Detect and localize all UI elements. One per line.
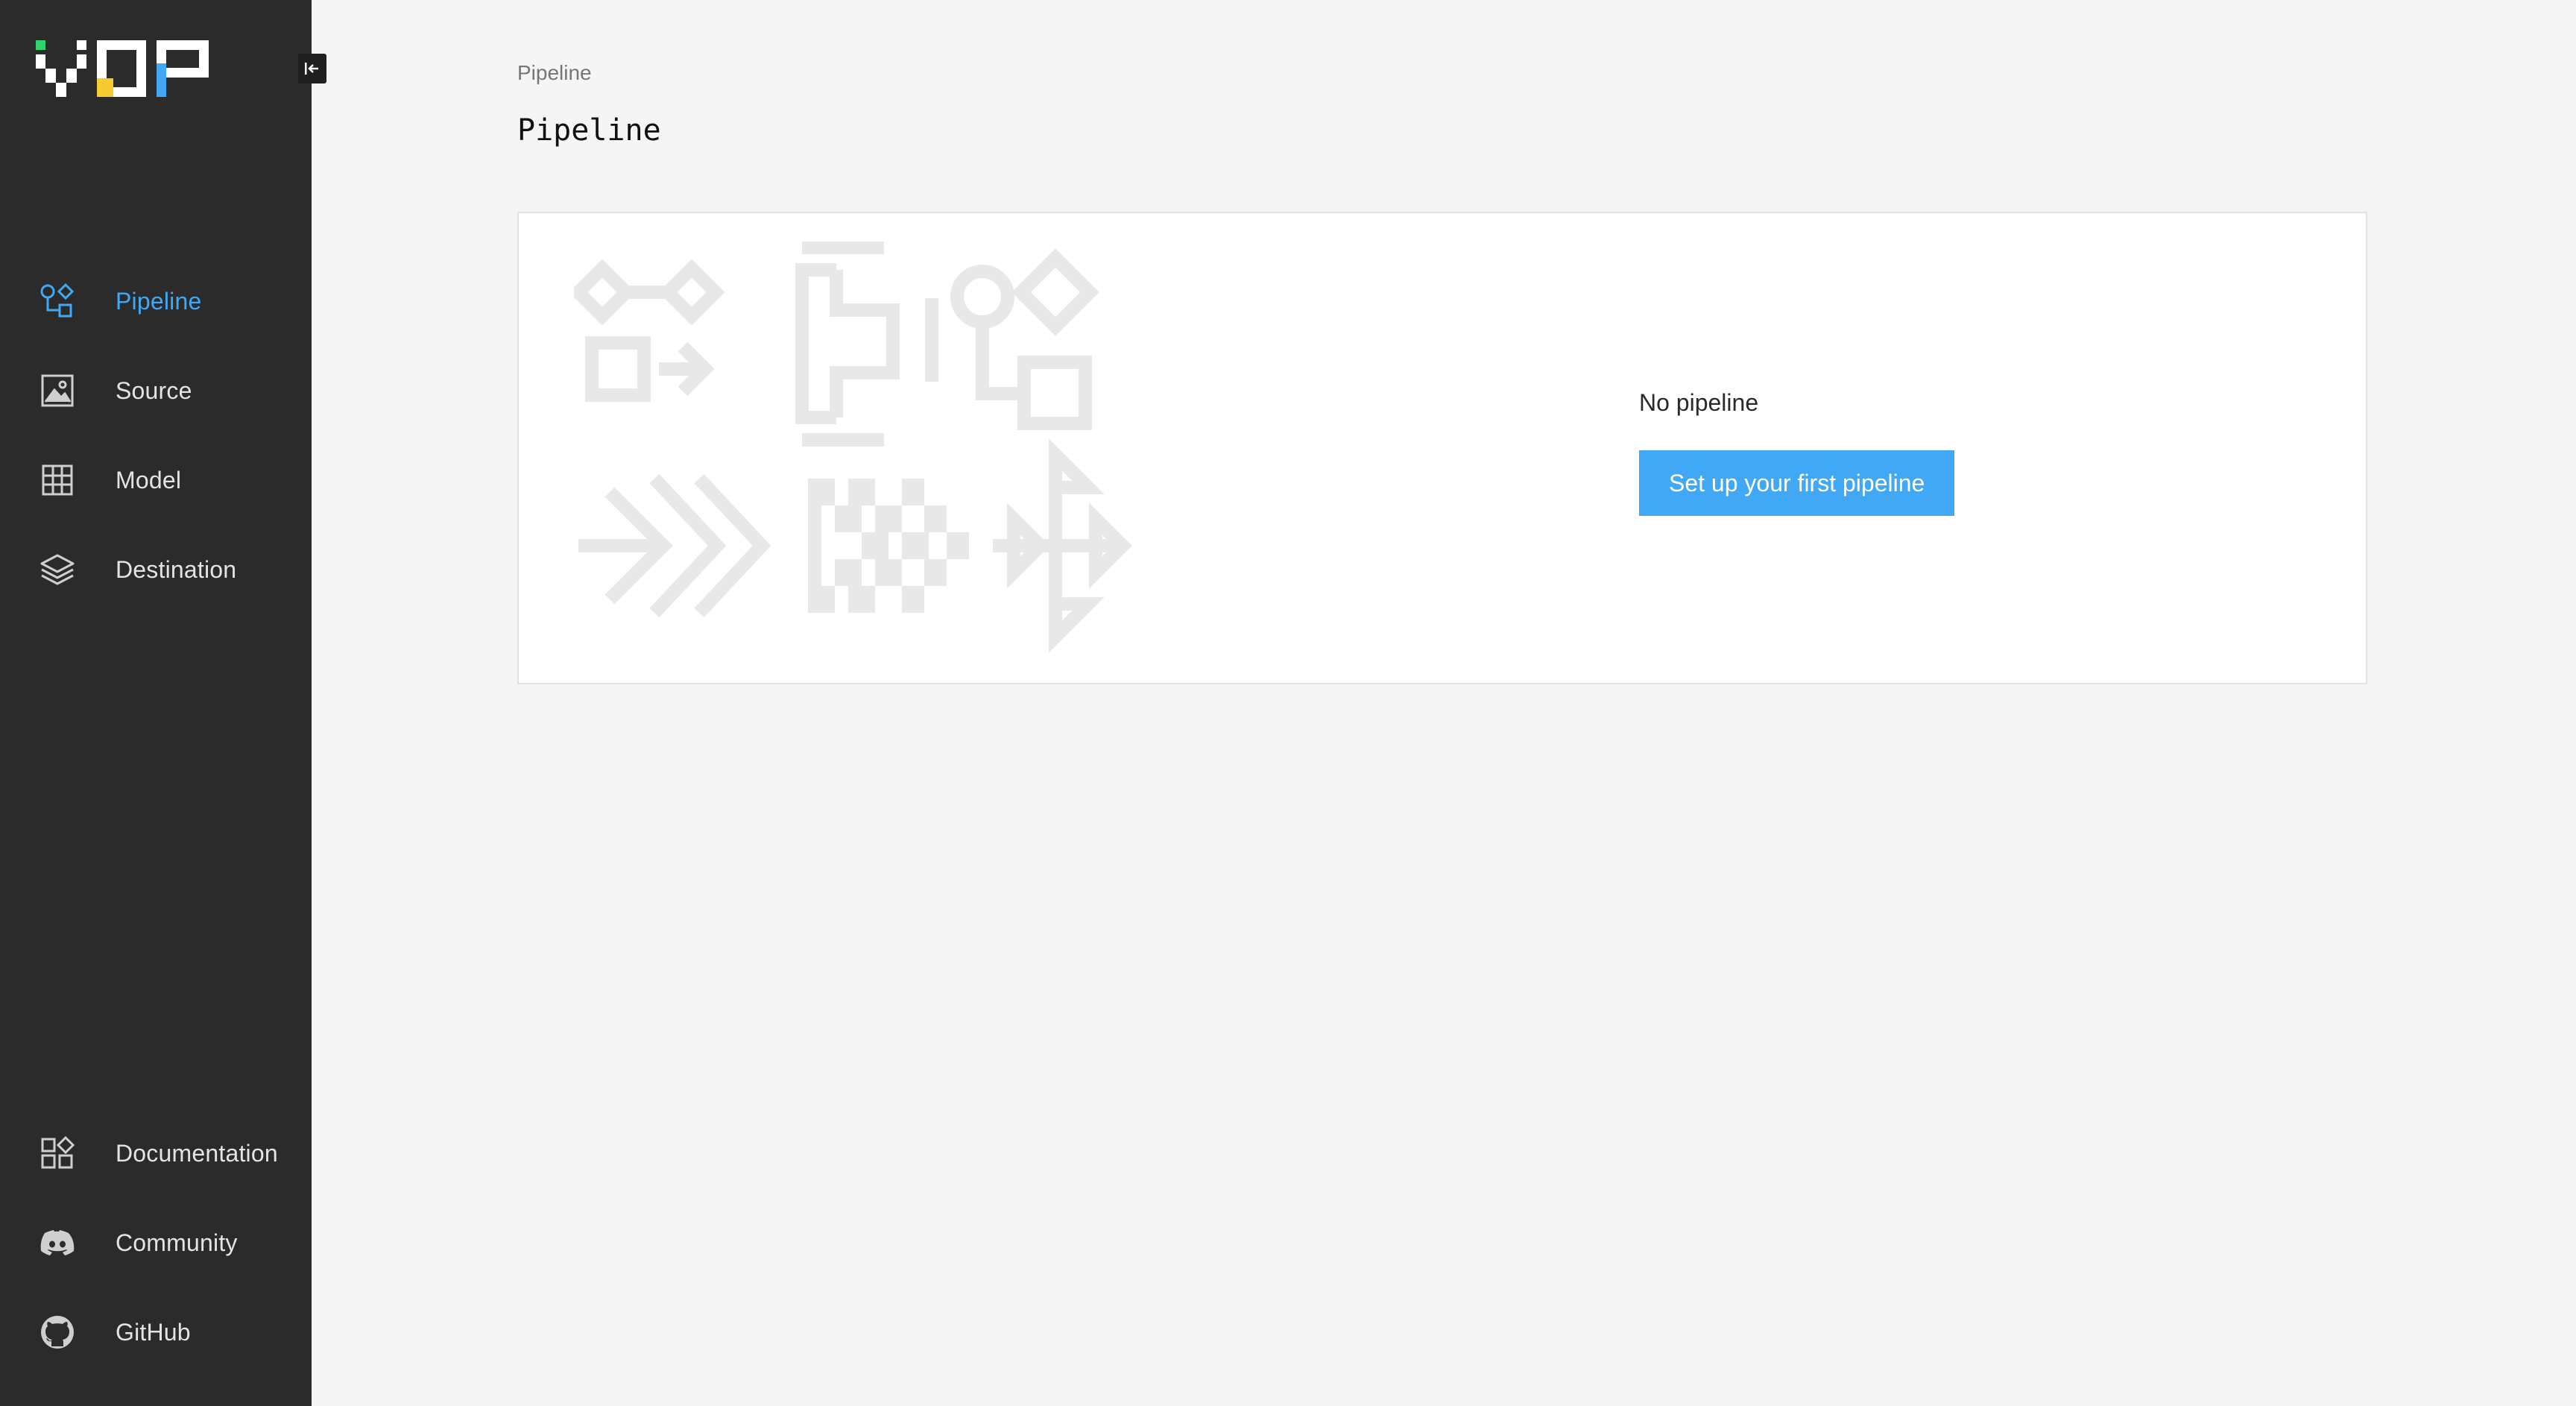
app-root: Pipeline Source Model Destination Docume…: [0, 0, 2576, 1406]
sidebar-item-source[interactable]: Source: [0, 346, 312, 435]
image-icon: [41, 374, 74, 407]
breadcrumb[interactable]: Pipeline: [517, 61, 592, 85]
empty-state-message: No pipeline: [1639, 389, 1759, 416]
sidebar-item-community[interactable]: Community: [0, 1198, 312, 1287]
collapse-sidebar-button[interactable]: [298, 54, 326, 83]
documentation-icon: [41, 1135, 75, 1169]
sidebar-item-label: Community: [116, 1229, 238, 1256]
empty-state-card: No pipeline Set up your first pipeline: [517, 212, 2367, 684]
primary-nav: Pipeline Source Model Destination: [0, 256, 312, 614]
sidebar: Pipeline Source Model Destination Docume…: [0, 0, 326, 1406]
sidebar-item-pipeline[interactable]: Pipeline: [0, 256, 312, 346]
sidebar-item-label: GitHub: [116, 1318, 191, 1346]
sidebar-item-label: Model: [116, 466, 182, 494]
vdp-logo[interactable]: [33, 40, 212, 97]
sidebar-item-model[interactable]: Model: [0, 435, 312, 525]
secondary-nav: Documentation Community GitHub: [0, 1109, 312, 1377]
main-content: Pipeline Pipeline No pipeline Set up you…: [312, 0, 2576, 1406]
sidebar-item-github[interactable]: GitHub: [0, 1287, 312, 1377]
sidebar-item-label: Source: [116, 376, 192, 404]
grid-icon: [42, 464, 73, 496]
layers-icon: [40, 554, 75, 585]
collapse-arrow-icon: [305, 63, 318, 75]
sidebar-item-destination[interactable]: Destination: [0, 525, 312, 614]
github-icon: [41, 1316, 74, 1349]
sidebar-item-documentation[interactable]: Documentation: [0, 1109, 312, 1198]
setup-pipeline-button[interactable]: Set up your first pipeline: [1639, 450, 1955, 516]
empty-state: No pipeline Set up your first pipeline: [1639, 389, 1955, 516]
sidebar-item-label: Destination: [116, 555, 237, 583]
sidebar-item-label: Pipeline: [116, 287, 202, 315]
discord-icon: [40, 1230, 75, 1255]
pipeline-icon: [40, 283, 75, 318]
page-title: Pipeline: [517, 113, 661, 148]
pipeline-illustration: [574, 242, 1132, 653]
sidebar-item-label: Documentation: [116, 1139, 278, 1167]
